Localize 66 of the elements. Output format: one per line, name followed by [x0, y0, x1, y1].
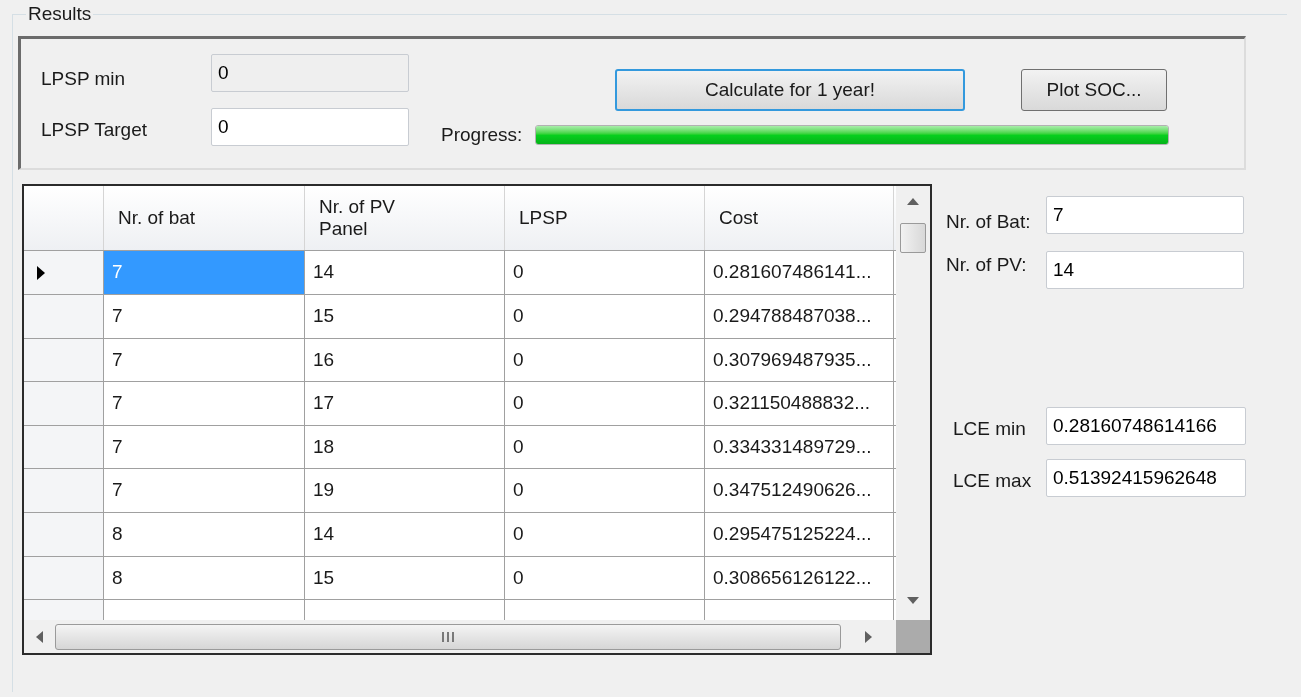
scroll-up-icon[interactable] — [907, 198, 919, 205]
table-cell: 8 — [104, 556, 305, 600]
progress-label: Progress: — [441, 123, 524, 147]
table-cell: 7 — [104, 382, 305, 425]
table-cell: 0 — [505, 425, 705, 469]
plot-soc-button[interactable]: Plot SOC... — [1021, 69, 1167, 111]
table-cell: 15 — [305, 556, 505, 600]
table-cell: 0.307969487935... — [705, 338, 894, 382]
calculate-button[interactable]: Calculate for 1 year! — [615, 69, 965, 111]
row-header[interactable] — [24, 556, 104, 600]
table-cell: 0 — [505, 251, 705, 294]
text-field[interactable]: 7 — [1046, 196, 1244, 235]
table-cell: 15 — [305, 295, 505, 338]
scroll-right-icon[interactable] — [865, 630, 872, 643]
row-header[interactable] — [24, 512, 104, 556]
table-cell: 0.347512490626... — [705, 469, 894, 512]
table-cell: 0 — [505, 512, 705, 556]
scroll-thumb[interactable] — [900, 223, 926, 253]
column-header[interactable]: LPSP — [505, 186, 705, 251]
table-cell: 8 — [104, 512, 305, 556]
table-cell: 0.294788487038... — [705, 295, 894, 338]
table-cell: 0.281607486141... — [705, 251, 894, 294]
table-cell: 0 — [505, 469, 705, 512]
table-cell: 0.334331489729... — [705, 425, 894, 469]
table-cell: 7 — [104, 469, 305, 512]
scroll-thumb[interactable] — [55, 623, 841, 650]
table-cell: 0.295475125224... — [705, 512, 894, 556]
table-cell: 0.321150488832... — [705, 382, 894, 425]
column-header[interactable]: Cost — [705, 186, 894, 251]
table-cell: 0.308656126122... — [705, 556, 894, 600]
text-field[interactable]: 0.28160748614166 — [1046, 406, 1246, 445]
table-cell: 0 — [505, 382, 705, 425]
column-header[interactable]: Nr. of bat — [104, 186, 305, 251]
table-cell: 7 — [104, 425, 305, 469]
row-header[interactable] — [24, 338, 104, 382]
field-label: LCE min — [952, 417, 1027, 442]
scroll-left-icon[interactable] — [36, 630, 43, 643]
table-cell: 17 — [305, 382, 505, 425]
table-cell: 0 — [505, 556, 705, 600]
table-cell: 0 — [505, 338, 705, 382]
text-field[interactable]: 0.51392415962648 — [1046, 458, 1246, 497]
field-label: LPSP Target — [41, 118, 148, 143]
table-cell: 14 — [305, 512, 505, 556]
row-header[interactable] — [24, 251, 104, 294]
text-field[interactable]: 0 — [211, 107, 409, 146]
table-cell: 16 — [305, 338, 505, 382]
table-cell: 0 — [505, 295, 705, 338]
grip-icon — [442, 631, 454, 642]
current-row-icon — [36, 265, 46, 280]
vertical-scrollbar[interactable] — [896, 186, 930, 620]
field-label: LCE max — [952, 469, 1033, 494]
text-field[interactable]: 14 — [1046, 250, 1244, 289]
field-label: Nr. of PV: — [946, 253, 1028, 278]
group-title: Results — [27, 2, 93, 26]
field-label: Nr. of Bat: — [946, 210, 1032, 234]
row-header[interactable] — [24, 425, 104, 469]
table-cell: 7 — [104, 338, 305, 382]
table-cell: 7 — [104, 295, 305, 338]
table-cell: 14 — [305, 251, 505, 294]
field-label: LPSP min — [41, 67, 127, 91]
table-cell: 18 — [305, 425, 505, 469]
horizontal-scrollbar[interactable] — [24, 620, 896, 653]
table-cell: 7 — [104, 251, 305, 294]
scroll-down-icon[interactable] — [907, 597, 919, 604]
column-header[interactable]: Nr. of PV Panel — [305, 186, 505, 251]
table-cell: 19 — [305, 469, 505, 512]
